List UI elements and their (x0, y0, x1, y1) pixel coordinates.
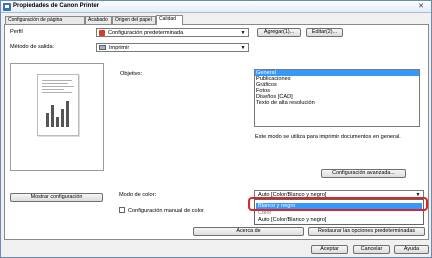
profile-label: Perfil (10, 29, 23, 35)
option-color[interactable]: Color (256, 210, 422, 217)
highlight-ring (248, 197, 428, 211)
preview-line (42, 92, 72, 93)
title-bar: Propiedades de Canon Printer ✕ (1, 1, 431, 13)
objective-label: Objetivo: (120, 71, 143, 77)
add-profile-button[interactable]: Agregar(1)... (257, 28, 301, 37)
printer-icon (99, 45, 106, 50)
about-button[interactable]: Acerca de (193, 227, 304, 236)
objective-list[interactable]: General Publicaciones Gráficos Fotos Dis… (254, 69, 420, 127)
preview-line (42, 83, 68, 84)
objective-description: Este modo se utiliza para imprimir docum… (255, 134, 401, 140)
chevron-down-icon: ▼ (240, 30, 246, 36)
ok-button[interactable]: Aceptar (311, 245, 348, 254)
color-mode-label: Modo de color: (119, 192, 157, 198)
option-auto[interactable]: Auto [Color/Blanco y negro] (256, 217, 422, 224)
preview-page (37, 74, 79, 136)
output-method-value: Imprimir (109, 45, 130, 51)
edit-profile-button[interactable]: Editar(2)... (306, 28, 343, 37)
tab-page-setup[interactable]: Configuración de página (5, 16, 85, 24)
profile-icon (99, 30, 105, 36)
preview-bar (51, 105, 54, 127)
tab-finishing[interactable]: Acabado (85, 16, 112, 24)
manual-color-label: Configuración manual de color (128, 208, 204, 214)
tab-quality[interactable]: Calidad (156, 15, 183, 25)
show-settings-button[interactable]: Mostrar configuración (10, 193, 103, 202)
preview-line (42, 89, 64, 90)
output-method-label: Método de salida: (10, 44, 55, 50)
preview-bar (56, 117, 59, 127)
manual-color-checkbox[interactable] (119, 207, 125, 213)
objective-item-high-res-text[interactable]: Texto de alta resolución (255, 100, 419, 106)
preview-line (42, 86, 74, 87)
profile-dropdown[interactable]: Configuración predeterminada ▼ (96, 28, 249, 37)
printer-properties-window: Propiedades de Canon Printer ✕ Configura… (0, 0, 432, 258)
advanced-settings-button[interactable]: Configuración avanzada... (321, 169, 406, 178)
preview-line (42, 80, 72, 81)
window-title: Propiedades de Canon Printer (13, 3, 100, 9)
printer-icon (3, 3, 11, 11)
cancel-button[interactable]: Cancelar (353, 245, 390, 254)
help-button[interactable]: Ayuda (394, 245, 429, 254)
preview-bar (46, 113, 49, 127)
output-method-dropdown[interactable]: Imprimir ▼ (96, 43, 249, 52)
profile-value: Configuración predeterminada (108, 30, 184, 36)
chevron-down-icon: ▼ (240, 45, 246, 51)
close-icon[interactable]: ✕ (415, 2, 427, 11)
tab-paper-source[interactable]: Origen del papel (112, 16, 156, 24)
restore-defaults-button[interactable]: Restaurar las opciones predeterminadas (308, 227, 425, 236)
preview-bar (66, 101, 69, 127)
preview-bar (61, 109, 64, 127)
page-preview (10, 63, 104, 171)
